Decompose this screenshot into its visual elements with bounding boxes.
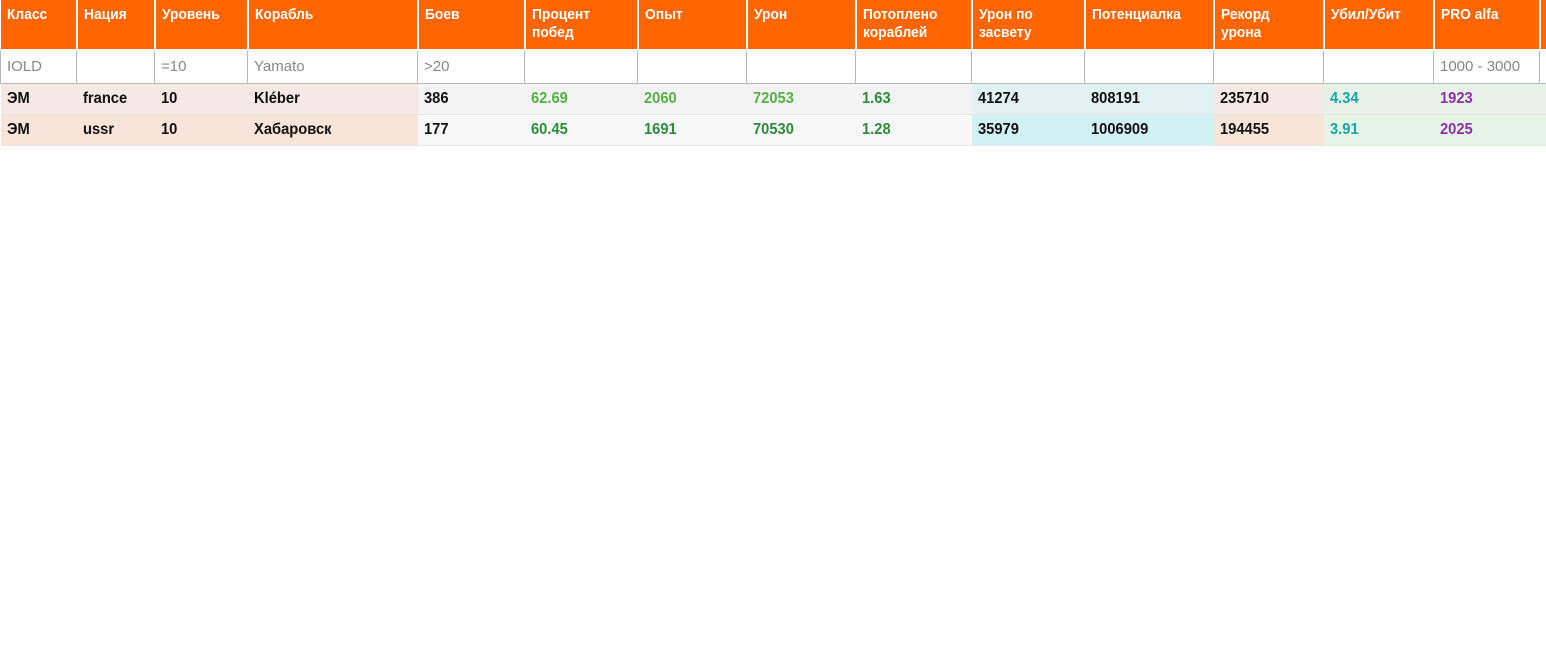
filter-input-potential-damage[interactable] <box>1085 51 1213 83</box>
filter-cell <box>971 49 1085 84</box>
filter-input-damage[interactable] <box>747 51 855 83</box>
cell-nation: ussr <box>76 114 155 146</box>
filter-cell <box>1433 49 1540 84</box>
cell-tier: 10 <box>154 114 248 146</box>
filter-input-tier[interactable] <box>155 51 247 83</box>
filter-cell <box>746 49 856 84</box>
filter-input-extra[interactable] <box>1540 51 1546 83</box>
cell-ships-sunk: 1.28 <box>855 114 972 146</box>
filter-input-damage-record[interactable] <box>1214 51 1323 83</box>
cell-damage-record: 235710 <box>1213 83 1324 115</box>
header-row: Класс Нация Уровень Корабль Боев Процент… <box>0 0 1546 51</box>
column-header-experience[interactable]: Опыт <box>637 0 748 51</box>
cell-battles: 386 <box>417 83 525 115</box>
cell-experience: 1691 <box>637 114 747 146</box>
cell-spotting-damage: 41274 <box>971 83 1085 115</box>
filter-input-kill-death[interactable] <box>1324 51 1433 83</box>
cell-spotting-damage: 35979 <box>971 114 1085 146</box>
cell-extra: 2 <box>1539 114 1546 146</box>
filter-input-spotting-damage[interactable] <box>972 51 1084 83</box>
cell-class: ЭМ <box>0 83 77 115</box>
column-header-extra[interactable] <box>1539 0 1546 51</box>
cell-ship: Хабаровск <box>247 114 418 146</box>
filter-cell <box>76 49 155 84</box>
ship-stats-table: Класс Нация Уровень Корабль Боев Процент… <box>0 0 1546 146</box>
cell-potential-damage: 808191 <box>1084 83 1214 115</box>
column-header-ships-sunk[interactable]: Потоплено кораблей <box>855 0 973 51</box>
cell-win-rate: 60.45 <box>524 114 638 146</box>
column-header-spotting-damage[interactable]: Урон по засвету <box>971 0 1086 51</box>
column-header-nation[interactable]: Нация <box>76 0 156 51</box>
cell-kill-death: 4.34 <box>1323 83 1434 115</box>
cell-class: ЭМ <box>0 114 77 146</box>
column-header-class[interactable]: Класс <box>0 0 78 51</box>
column-header-win-rate[interactable]: Процент побед <box>524 0 639 51</box>
filter-cell <box>1539 49 1546 84</box>
filter-input-pro-alfa[interactable] <box>1434 51 1539 83</box>
cell-ship: Kléber <box>247 83 418 115</box>
cell-kill-death: 3.91 <box>1323 114 1434 146</box>
cell-experience: 2060 <box>637 83 747 115</box>
column-header-tier[interactable]: Уровень <box>154 0 249 51</box>
cell-damage: 72053 <box>746 83 856 115</box>
column-header-kill-death[interactable]: Убил/Убит <box>1323 0 1435 51</box>
stats-table-container: Класс Нация Уровень Корабль Боев Процент… <box>0 0 1546 146</box>
filter-cell <box>637 49 747 84</box>
cell-damage: 70530 <box>746 114 856 146</box>
column-header-battles[interactable]: Боев <box>417 0 526 51</box>
cell-ships-sunk: 1.63 <box>855 83 972 115</box>
column-header-pro-alfa[interactable]: PRO alfa <box>1433 0 1541 51</box>
cell-nation: france <box>76 83 155 115</box>
cell-extra: 2 <box>1539 83 1546 115</box>
filter-cell <box>524 49 638 84</box>
filter-cell <box>417 49 525 84</box>
column-header-potential-damage[interactable]: Потенциалка <box>1084 0 1215 51</box>
column-header-damage[interactable]: Урон <box>746 0 857 51</box>
filter-input-ship[interactable] <box>248 51 417 83</box>
filter-input-class[interactable] <box>1 51 76 83</box>
filter-input-nation[interactable] <box>77 51 154 83</box>
filter-cell <box>1213 49 1324 84</box>
filter-cell <box>247 49 418 84</box>
column-header-ship[interactable]: Корабль <box>247 0 419 51</box>
filter-cell <box>0 49 77 84</box>
cell-tier: 10 <box>154 83 248 115</box>
table-row[interactable]: ЭМ france 10 Kléber 386 62.69 2060 72053… <box>0 83 1546 115</box>
cell-pro-alfa: 1923 <box>1433 83 1540 115</box>
filter-cell <box>855 49 972 84</box>
cell-battles: 177 <box>417 114 525 146</box>
filter-cell <box>1323 49 1434 84</box>
filter-input-experience[interactable] <box>638 51 746 83</box>
cell-win-rate: 62.69 <box>524 83 638 115</box>
filter-cell <box>1084 49 1214 84</box>
cell-potential-damage: 1006909 <box>1084 114 1214 146</box>
column-header-damage-record[interactable]: Рекорд урона <box>1213 0 1325 51</box>
cell-pro-alfa: 2025 <box>1433 114 1540 146</box>
filter-input-win-rate[interactable] <box>525 51 637 83</box>
cell-damage-record: 194455 <box>1213 114 1324 146</box>
filter-input-ships-sunk[interactable] <box>856 51 971 83</box>
table-row[interactable]: ЭМ ussr 10 Хабаровск 177 60.45 1691 7053… <box>0 114 1546 146</box>
filter-input-battles[interactable] <box>418 51 524 83</box>
filter-row <box>0 49 1546 84</box>
filter-cell <box>154 49 248 84</box>
